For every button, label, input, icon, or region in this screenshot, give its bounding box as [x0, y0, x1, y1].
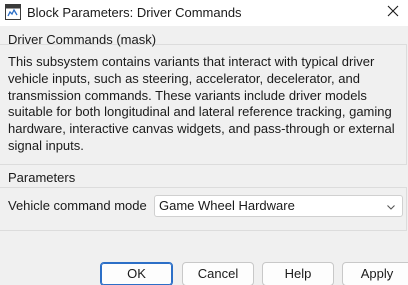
- vehicle-command-mode-select[interactable]: Game Wheel Hardware: [154, 195, 403, 217]
- parameters-section-title: Parameters: [8, 170, 76, 185]
- chevron-down-icon: [386, 200, 396, 212]
- apply-button[interactable]: Apply: [342, 262, 408, 285]
- ok-button[interactable]: OK: [100, 262, 173, 285]
- mask-section-title: Driver Commands (mask): [8, 32, 157, 47]
- help-button[interactable]: Help: [262, 262, 334, 285]
- vehicle-command-mode-label: Vehicle command mode: [8, 198, 147, 213]
- cancel-button[interactable]: Cancel: [182, 262, 254, 285]
- block-parameters-dialog: Block Parameters: Driver Commands Driver…: [0, 0, 408, 285]
- close-button[interactable]: [378, 0, 408, 26]
- window-title: Block Parameters: Driver Commands: [27, 5, 242, 20]
- vehicle-command-mode-value: Game Wheel Hardware: [159, 198, 295, 213]
- mask-description: This subsystem contains variants that in…: [8, 54, 395, 153]
- simulink-block-icon: [5, 4, 21, 20]
- title-bar[interactable]: Block Parameters: Driver Commands: [0, 0, 408, 26]
- close-icon: [387, 4, 399, 22]
